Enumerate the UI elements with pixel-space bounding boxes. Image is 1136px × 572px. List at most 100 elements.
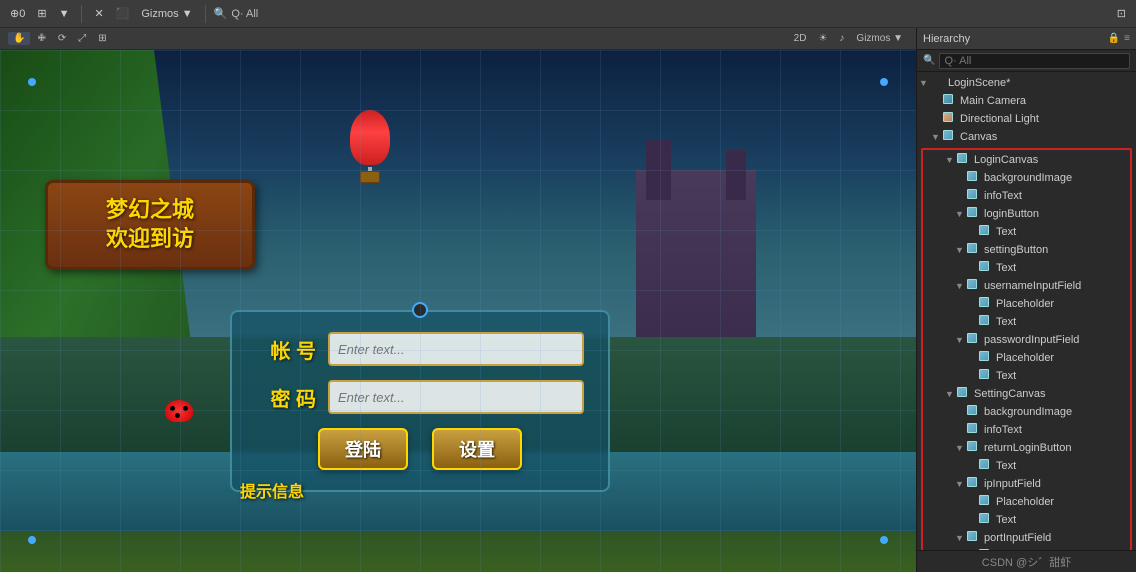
tree-item-setting-btn-text[interactable]: Text — [923, 259, 1130, 277]
rect-btn[interactable]: ⊞ — [93, 32, 111, 45]
return-btn-icon — [967, 441, 981, 455]
all-label: Q· All — [231, 8, 258, 20]
tree-item-ip-field[interactable]: ▼ ipInputField — [923, 475, 1130, 493]
game-canvas: 梦幻之城 欢迎到访 — [0, 50, 916, 572]
hierarchy-footer: CSDN @シ゛甜虾 — [917, 550, 1136, 572]
audio-btn[interactable]: ♪ — [834, 32, 849, 45]
rotate-btn[interactable]: ⟳ — [53, 32, 71, 45]
return-btn-label: returnLoginButton — [984, 442, 1130, 454]
panel-indicator — [412, 302, 428, 318]
rt-label: Text — [996, 460, 1130, 472]
tree-item-login-btn[interactable]: ▼ loginButton — [923, 205, 1130, 223]
hierarchy-search-input[interactable] — [939, 53, 1130, 69]
footer-text: CSDN @シ゛甜虾 — [982, 554, 1071, 570]
username-field-arrow: ▼ — [955, 281, 967, 291]
pause-btn[interactable]: ⬛ — [112, 5, 134, 22]
toolbar-search-group: 🔍 Q· All — [214, 7, 259, 20]
username-input[interactable] — [328, 332, 584, 366]
hierarchy-lock-btn[interactable]: 🔒 — [1108, 33, 1120, 44]
tree-item-password-placeholder[interactable]: Placeholder — [923, 349, 1130, 367]
tree-item-port-field[interactable]: ▼ portInputField — [923, 529, 1130, 547]
hierarchy-title: Hierarchy — [923, 33, 1104, 45]
scene-root-item[interactable]: ▼ LoginScene* — [917, 74, 1136, 92]
sign-board: 梦幻之城 欢迎到访 — [45, 180, 255, 270]
tree-item-return-text[interactable]: Text — [923, 457, 1130, 475]
main-camera-label: Main Camera — [960, 95, 1136, 107]
scale-btn[interactable]: ⤢ — [73, 32, 91, 45]
password-field-icon — [967, 333, 981, 347]
castle-tower-right — [726, 150, 746, 200]
info-text-icon — [967, 189, 981, 203]
tree-item-directional-light[interactable]: Directional Light — [917, 110, 1136, 128]
light-btn[interactable]: ☀ — [813, 32, 832, 45]
play-btn[interactable]: ✕ — [90, 5, 107, 22]
tree-item-username-placeholder[interactable]: Placeholder — [923, 295, 1130, 313]
tree-item-login-btn-text[interactable]: Text — [923, 223, 1130, 241]
tree-item-info-text[interactable]: infoText — [923, 187, 1130, 205]
scene-arrow: ▼ — [919, 78, 931, 88]
hand-scene-btn[interactable]: ✋ — [8, 32, 30, 45]
sb-text-icon — [979, 261, 993, 275]
transform-btn[interactable]: ⊞ — [33, 5, 50, 22]
ip-field-arrow: ▼ — [955, 479, 967, 489]
username-field-icon — [967, 279, 981, 293]
hierarchy-menu-btn[interactable]: ≡ — [1124, 33, 1130, 44]
hierarchy-tree: ▼ LoginScene* Main Camera Directional Li… — [917, 72, 1136, 550]
tree-item-setting-bg[interactable]: backgroundImage — [923, 403, 1130, 421]
username-row: 帐 号 — [256, 332, 584, 366]
pp-icon — [979, 351, 993, 365]
sep1 — [81, 5, 82, 23]
search-icon-hierarchy: 🔍 — [923, 55, 935, 66]
login-btn-arrow: ▼ — [955, 209, 967, 219]
password-input[interactable] — [328, 380, 584, 414]
tree-item-username-text[interactable]: Text — [923, 313, 1130, 331]
scene-name-label: LoginScene* — [948, 77, 1136, 89]
canvas-label: Canvas — [960, 131, 1136, 143]
highlighted-group: ▼ LoginCanvas backgroundImage — [921, 148, 1132, 550]
ladybug-dot1 — [170, 406, 175, 411]
tree-item-canvas[interactable]: ▼ Canvas — [917, 128, 1136, 146]
transform-arrow[interactable]: ▼ — [55, 6, 74, 22]
tree-item-password-text[interactable]: Text — [923, 367, 1130, 385]
maximize-btn[interactable]: ⊡ — [1113, 5, 1130, 22]
setting-canvas-label: SettingCanvas — [974, 388, 1130, 400]
login-panel: 帐 号 密 码 登陆 设置 — [230, 310, 610, 492]
canvas-icon — [943, 130, 957, 144]
sign-line2: 欢迎到访 — [106, 225, 194, 254]
2d-btn[interactable]: 2D — [789, 32, 812, 45]
tree-item-username-field[interactable]: ▼ usernameInputField — [923, 277, 1130, 295]
login-button[interactable]: 登陆 — [318, 428, 408, 470]
hand-tool-btn[interactable]: ⊕0 — [6, 5, 29, 22]
username-field-label: usernameInputField — [984, 280, 1130, 292]
up-icon — [979, 297, 993, 311]
canvas-arrow: ▼ — [931, 132, 943, 142]
gizmos-btn[interactable]: Gizmos ▼ — [137, 6, 196, 22]
tree-item-bg-image[interactable]: backgroundImage — [923, 169, 1130, 187]
settings-button[interactable]: 设置 — [432, 428, 522, 470]
tree-item-setting-info[interactable]: infoText — [923, 421, 1130, 439]
tree-item-setting-btn[interactable]: ▼ settingButton — [923, 241, 1130, 259]
login-canvas-label: LoginCanvas — [974, 154, 1130, 166]
hierarchy-panel: Hierarchy 🔒 ≡ 🔍 ▼ LoginScene* Main — [916, 28, 1136, 572]
tree-item-login-canvas[interactable]: ▼ LoginCanvas — [923, 151, 1130, 169]
password-row: 密 码 — [256, 380, 584, 414]
corner-marker-tr — [880, 78, 888, 86]
hierarchy-header: Hierarchy 🔒 ≡ — [917, 28, 1136, 50]
toolbar-playmode-group: ✕ ⬛ Gizmos ▼ — [90, 5, 196, 22]
pt-icon — [979, 369, 993, 383]
tree-item-main-camera[interactable]: Main Camera — [917, 92, 1136, 110]
tree-item-return-btn[interactable]: ▼ returnLoginButton — [923, 439, 1130, 457]
ip-p-label: Placeholder — [996, 496, 1130, 508]
sb-text-label: Text — [996, 262, 1130, 274]
tree-item-password-field[interactable]: ▼ passwordInputField — [923, 331, 1130, 349]
tree-item-setting-canvas[interactable]: ▼ SettingCanvas — [923, 385, 1130, 403]
sep2 — [205, 5, 206, 23]
move-btn[interactable]: ✙ — [32, 32, 50, 45]
tree-item-ip-placeholder[interactable]: Placeholder — [923, 493, 1130, 511]
ip-field-icon — [967, 477, 981, 491]
scene-view[interactable]: 梦幻之城 欢迎到访 — [0, 50, 916, 572]
port-field-arrow: ▼ — [955, 533, 967, 543]
login-btn-icon — [967, 207, 981, 221]
tree-item-ip-text[interactable]: Text — [923, 511, 1130, 529]
gizmos-scene-btn[interactable]: Gizmos ▼ — [851, 32, 908, 45]
